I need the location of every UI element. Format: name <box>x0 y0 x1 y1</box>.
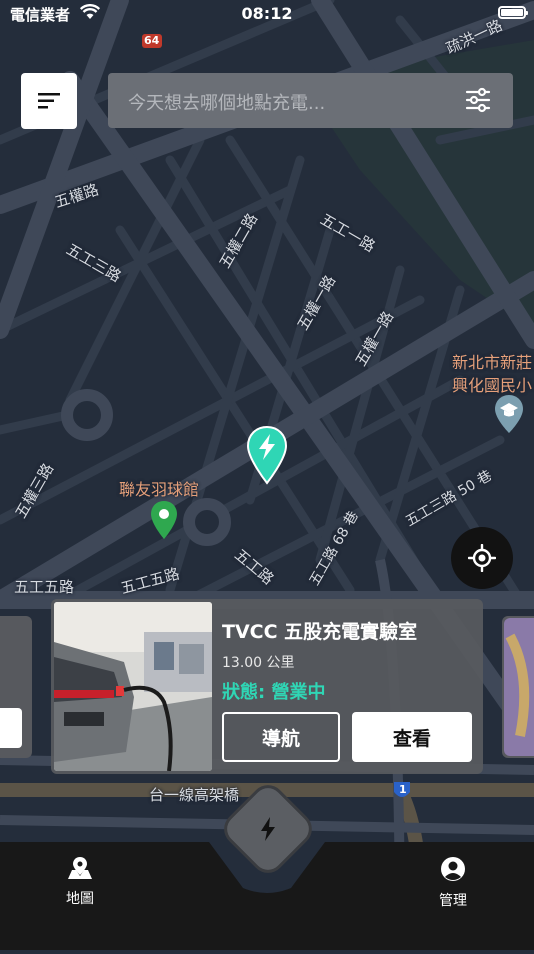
battery-icon <box>498 6 528 19</box>
station-photo <box>54 602 212 771</box>
map-label: 五工五路 <box>14 578 75 596</box>
locate-icon <box>468 544 496 572</box>
status-bar: 電信業者 08:12 <box>0 0 534 28</box>
map-poi-label: 新北市新莊 <box>452 353 533 372</box>
map-poi-label: 聯友羽球館 <box>119 480 200 499</box>
school-pin-icon[interactable] <box>494 394 524 434</box>
station-name: TVCC 五股充電實驗室 <box>222 621 418 643</box>
search-input[interactable]: 今天想去哪個地點充電... <box>108 73 513 128</box>
menu-icon <box>38 93 60 109</box>
locate-button[interactable] <box>451 527 513 589</box>
navigate-button[interactable]: 導航 <box>222 712 340 762</box>
nav-item-map[interactable]: 地圖 <box>40 856 120 908</box>
view-button[interactable]: 查看 <box>352 712 472 762</box>
card-button-partial[interactable] <box>0 708 22 748</box>
filter-icon[interactable] <box>465 87 491 113</box>
map-icon <box>68 857 92 879</box>
route-shield-label: 1 <box>399 783 407 796</box>
search-placeholder: 今天想去哪個地點充電... <box>128 93 326 114</box>
station-status: 狀態: 營業中 <box>222 682 326 703</box>
nav-item-manage[interactable]: 管理 <box>413 856 493 910</box>
nav-label-map: 地圖 <box>66 891 94 907</box>
green-pin-icon[interactable] <box>150 500 178 540</box>
charger-pin-icon[interactable] <box>246 425 288 485</box>
nav-label-manage: 管理 <box>439 893 467 909</box>
menu-button[interactable] <box>21 73 77 129</box>
station-distance: 13.00 公里 <box>222 655 295 671</box>
map-poi-label: 興化國民小 <box>452 376 533 395</box>
station-card-previous[interactable] <box>0 616 32 758</box>
map-label: 台一線高架橋 <box>149 786 240 804</box>
lightning-icon <box>261 817 275 841</box>
user-icon <box>441 857 465 881</box>
status-time: 08:12 <box>241 4 293 23</box>
route-shield-label: 64 <box>144 34 160 47</box>
station-card[interactable]: TVCC 五股充電實驗室 13.00 公里 狀態: 營業中 導航 查看 <box>51 599 483 774</box>
station-card-next[interactable] <box>502 616 534 758</box>
station-photo-partial <box>504 618 534 756</box>
